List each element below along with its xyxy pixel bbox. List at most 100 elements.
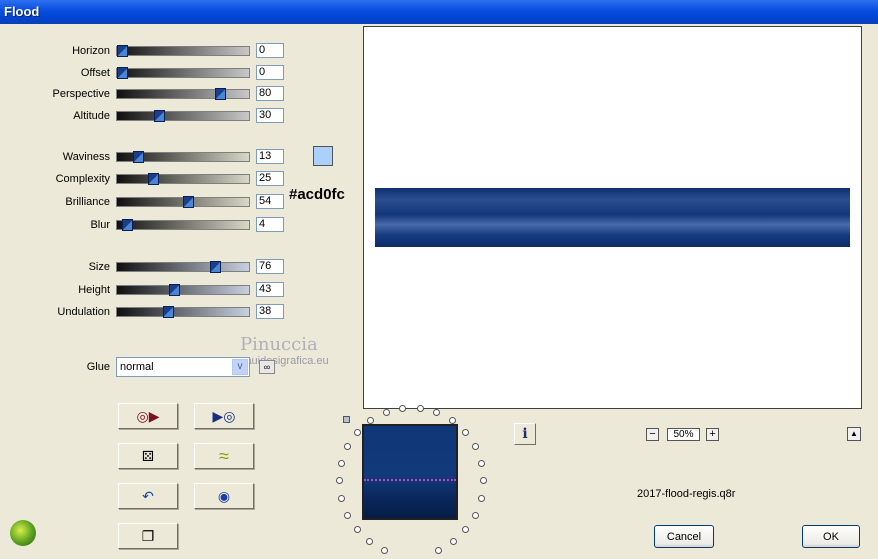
title-bar: Flood: [0, 0, 878, 24]
preview-area: [363, 26, 862, 409]
ring-button[interactable]: ◉: [194, 483, 254, 509]
random-button[interactable]: ⚄: [118, 443, 178, 469]
zoom-out-button[interactable]: −: [646, 428, 659, 441]
app-logo-icon: [10, 520, 36, 546]
slider-track[interactable]: [116, 219, 250, 231]
slider-label: Perspective: [52, 88, 110, 100]
dial-dot: [344, 512, 351, 519]
dice-icon: ⚄: [141, 447, 155, 464]
dial-dot: [381, 547, 388, 554]
slider-value-field[interactable]: 54: [256, 194, 284, 209]
dial-dot: [344, 443, 351, 450]
dial-dot: [435, 547, 442, 554]
dial-dot: [472, 443, 479, 450]
slider-track[interactable]: [116, 110, 250, 122]
dial-dot: [462, 526, 469, 533]
dial-dot: [399, 405, 406, 412]
slider-value-field[interactable]: 43: [256, 282, 284, 297]
dial-dot: [338, 460, 345, 467]
dial-dot: [449, 417, 456, 424]
dial-dot: [383, 409, 390, 416]
flood-water-preview: [375, 188, 850, 247]
cancel-button[interactable]: Cancel: [654, 525, 714, 548]
glue-value: normal: [120, 361, 154, 373]
slider-thumb[interactable]: [117, 67, 128, 79]
dial-dot: [478, 460, 485, 467]
slider-thumb[interactable]: [169, 284, 180, 296]
dial-dot: [417, 405, 424, 412]
slider-thumb[interactable]: [133, 151, 144, 163]
info-icon: i: [522, 426, 528, 442]
wave-button[interactable]: ≈: [194, 443, 254, 469]
ok-label: OK: [823, 530, 839, 543]
slider-thumb[interactable]: [163, 306, 174, 318]
slider-track[interactable]: [116, 45, 250, 57]
slider-label: Waviness: [62, 151, 110, 163]
undo-icon: ↶: [142, 487, 154, 504]
slider-track[interactable]: [116, 261, 250, 273]
slider-label: Brilliance: [65, 196, 110, 208]
slider-value-field[interactable]: 13: [256, 149, 284, 164]
slider-track[interactable]: [116, 284, 250, 296]
slider-track[interactable]: [116, 151, 250, 163]
dial-dot: [462, 429, 469, 436]
reset-button[interactable]: ↶: [118, 483, 178, 509]
color-swatch[interactable]: [313, 146, 333, 166]
cancel-label: Cancel: [666, 530, 702, 543]
dial-dot: [480, 477, 487, 484]
slider-thumb[interactable]: [154, 110, 165, 122]
color-hex-label: #acd0fc: [289, 186, 345, 203]
zoom-in-button[interactable]: +: [706, 428, 719, 441]
slider-label: Blur: [90, 219, 110, 231]
ok-button[interactable]: OK: [802, 525, 860, 548]
dial-dot: [433, 409, 440, 416]
prev-preset-button[interactable]: ◎▶: [118, 403, 178, 429]
slider-track[interactable]: [116, 306, 250, 318]
film-prev-icon: ◎▶: [136, 407, 160, 424]
slider-label: Complexity: [55, 173, 110, 185]
navigator-thumbnail[interactable]: [362, 424, 458, 520]
glue-label: Glue: [86, 361, 110, 373]
slider-thumb[interactable]: [122, 219, 133, 231]
slider-track[interactable]: [116, 173, 250, 185]
zoom-level: 50%: [667, 428, 700, 441]
slider-thumb[interactable]: [117, 45, 128, 57]
film-next-icon: ▶◎: [212, 407, 236, 424]
glue-select[interactable]: normal v: [116, 357, 250, 377]
slider-track[interactable]: [116, 88, 250, 100]
slider-value-field[interactable]: 25: [256, 171, 284, 186]
dial-dot: [366, 538, 373, 545]
slider-track[interactable]: [116, 67, 250, 79]
preset-filename: 2017-flood-regis.q8r: [637, 488, 736, 500]
slider-track[interactable]: [116, 196, 250, 208]
slider-label: Size: [88, 261, 110, 273]
slider-value-field[interactable]: 80: [256, 86, 284, 101]
dial-dot: [472, 512, 479, 519]
slider-thumb[interactable]: [210, 261, 221, 273]
slider-value-field[interactable]: 76: [256, 259, 284, 274]
slider-thumb[interactable]: [183, 196, 194, 208]
chevron-down-icon[interactable]: v: [232, 359, 248, 375]
info-button[interactable]: i: [514, 423, 536, 445]
wave-icon: ≈: [219, 445, 229, 466]
slider-label: Horizon: [72, 45, 110, 57]
slider-thumb[interactable]: [215, 88, 226, 100]
glue-link-icon[interactable]: ∞: [259, 360, 275, 374]
slider-value-field[interactable]: 4: [256, 217, 284, 232]
navigator-handle[interactable]: [343, 416, 350, 423]
collapse-button[interactable]: ▲: [847, 427, 861, 441]
dial-dot: [478, 495, 485, 502]
slider-value-field[interactable]: 38: [256, 304, 284, 319]
slider-label: Height: [78, 284, 110, 296]
watermark-name: Pinuccia: [240, 334, 318, 355]
copy-button[interactable]: ❐: [118, 523, 178, 549]
slider-label: Undulation: [57, 306, 110, 318]
slider-value-field[interactable]: 0: [256, 65, 284, 80]
slider-thumb[interactable]: [148, 173, 159, 185]
dial-dot: [336, 477, 343, 484]
slider-value-field[interactable]: 30: [256, 108, 284, 123]
slider-value-field[interactable]: 0: [256, 43, 284, 58]
horizon-marker-line: [364, 479, 456, 481]
slider-label: Offset: [80, 67, 110, 79]
next-preset-button[interactable]: ▶◎: [194, 403, 254, 429]
